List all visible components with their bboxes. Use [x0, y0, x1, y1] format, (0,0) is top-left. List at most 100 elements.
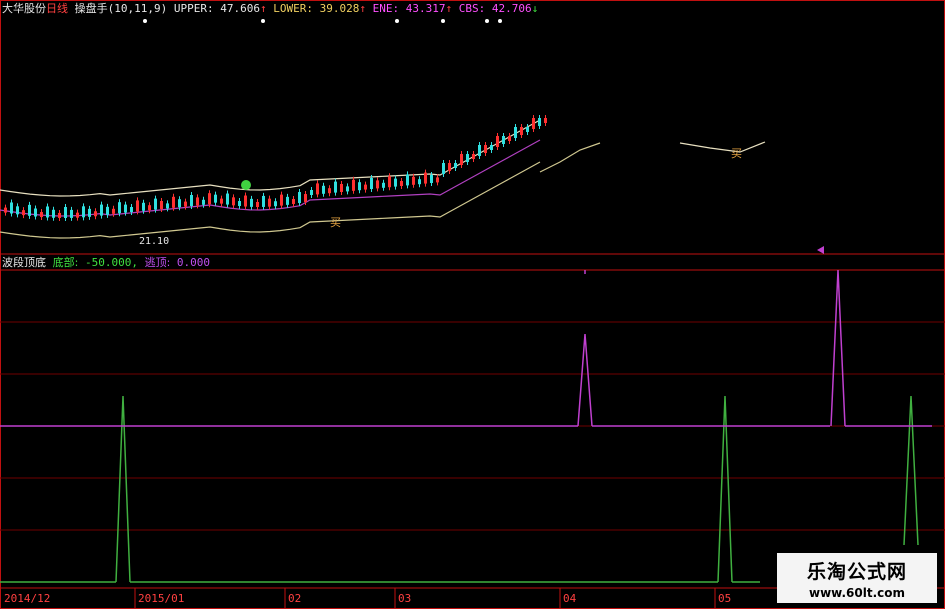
buy-circle-icon [241, 180, 251, 190]
candle-body [148, 205, 151, 211]
candle-body [4, 207, 7, 213]
signal-dot [498, 19, 502, 23]
sub-indicator-name[interactable]: 波段顶底 [2, 256, 46, 269]
indicator-params: (10,11,9) [107, 2, 168, 15]
candle-body [298, 192, 301, 204]
low-price-label: 21.10 [139, 236, 169, 247]
band-line-fragment [679, 141, 766, 153]
candle-body [532, 118, 535, 129]
candle-body [316, 183, 319, 195]
cursor-marker-icon [817, 246, 824, 254]
candle-body [484, 145, 487, 153]
signal-dot [395, 19, 399, 23]
candle-body [364, 184, 367, 190]
candle-body [220, 198, 223, 204]
signal-dot [261, 19, 265, 23]
lower-label: LOWER: [273, 2, 313, 15]
candle-body [124, 204, 127, 213]
period-label[interactable]: 日线 [46, 2, 68, 15]
candle-body [406, 174, 409, 186]
candle-body [430, 175, 433, 183]
candle-body [142, 202, 145, 211]
candle-body [292, 198, 295, 204]
candle-body [166, 203, 169, 209]
candle-body [94, 211, 97, 217]
candle-body [502, 136, 505, 144]
candle-body [106, 206, 109, 215]
candle-body [226, 193, 229, 205]
candle-body [514, 127, 517, 138]
candle-body [184, 201, 187, 207]
cbs-label: CBS: [458, 2, 486, 15]
lower-band-line-ext [539, 142, 601, 173]
chart-frame [0, 0, 945, 609]
candle-body [214, 194, 217, 203]
candle-body [448, 163, 451, 171]
candle-body [244, 195, 247, 207]
candle-body [130, 207, 133, 212]
signal-dot [441, 19, 445, 23]
candle-body [202, 199, 205, 205]
bottom-value: -50.000, [84, 256, 138, 269]
candle-body [64, 206, 67, 218]
candle-body [16, 206, 19, 215]
stock-name[interactable]: 大华股份 [2, 2, 46, 15]
signal-dot [485, 19, 489, 23]
candle-body [352, 179, 355, 191]
candle-body [136, 200, 139, 212]
candle-body [520, 127, 523, 135]
ene-label: ENE: [372, 2, 400, 15]
x-axis-label-feb: 02 [288, 592, 302, 605]
candle-body [442, 163, 445, 174]
candle-body [472, 154, 475, 159]
candle-body [82, 206, 85, 218]
candle-body [286, 196, 289, 205]
candle-body [208, 193, 211, 205]
main-indicator-header: 大华股份日线 操盘手(10,11,9) UPPER: 47.606 ↑ LOWER… [2, 2, 538, 16]
candle-body [52, 209, 55, 218]
candle-body [118, 202, 121, 214]
candle-body [436, 177, 439, 183]
upper-value: 47.606 [220, 2, 260, 15]
top-label: 逃顶: [144, 256, 171, 269]
candle-body [46, 206, 49, 218]
sub-indicator-header: 波段顶底 底部: -50.000, 逃顶: 0.000 [2, 256, 210, 270]
candle-body [40, 212, 43, 218]
candle-body [418, 179, 421, 185]
candle-body [538, 118, 541, 126]
candle-body [454, 163, 457, 168]
candle-body [310, 190, 313, 195]
candle-body [22, 210, 25, 216]
candle-body [178, 199, 181, 208]
candle-body [394, 178, 397, 187]
candle-body [172, 196, 175, 208]
lower-arrow-icon: ↑ [359, 2, 366, 15]
candle-body [34, 208, 37, 217]
buy-signal-label: 买 [731, 147, 742, 160]
top-signal-spike [830, 269, 846, 427]
candle-body [466, 154, 469, 162]
candle-body [358, 182, 361, 191]
x-axis-label-jan: 2015/01 [138, 592, 185, 605]
candle-body [262, 195, 265, 207]
candle-body [238, 201, 241, 207]
candle-body [376, 180, 379, 189]
candle-body [100, 204, 103, 216]
watermark-logo: 乐淘公式网 www.60lt.com [777, 553, 937, 603]
upper-label: UPPER: [173, 2, 214, 15]
x-axis-label-may: 05 [718, 592, 732, 605]
bottom-signal-spike [903, 395, 919, 546]
candle-body [412, 176, 415, 185]
candle-body [76, 212, 79, 218]
candle-body [328, 188, 331, 194]
candle-body [370, 178, 373, 189]
chart-canvas: 买买21.10 [0, 0, 945, 609]
buy-signal-label: 买 [330, 216, 341, 229]
ene-arrow-icon: ↑ [445, 2, 453, 15]
candle-body [28, 204, 31, 216]
candle-body [232, 197, 235, 206]
watermark-title: 乐淘公式网 [806, 561, 907, 583]
candle-body [190, 195, 193, 206]
candle-body [154, 198, 157, 210]
indicator-name[interactable]: 操盘手 [75, 2, 108, 15]
